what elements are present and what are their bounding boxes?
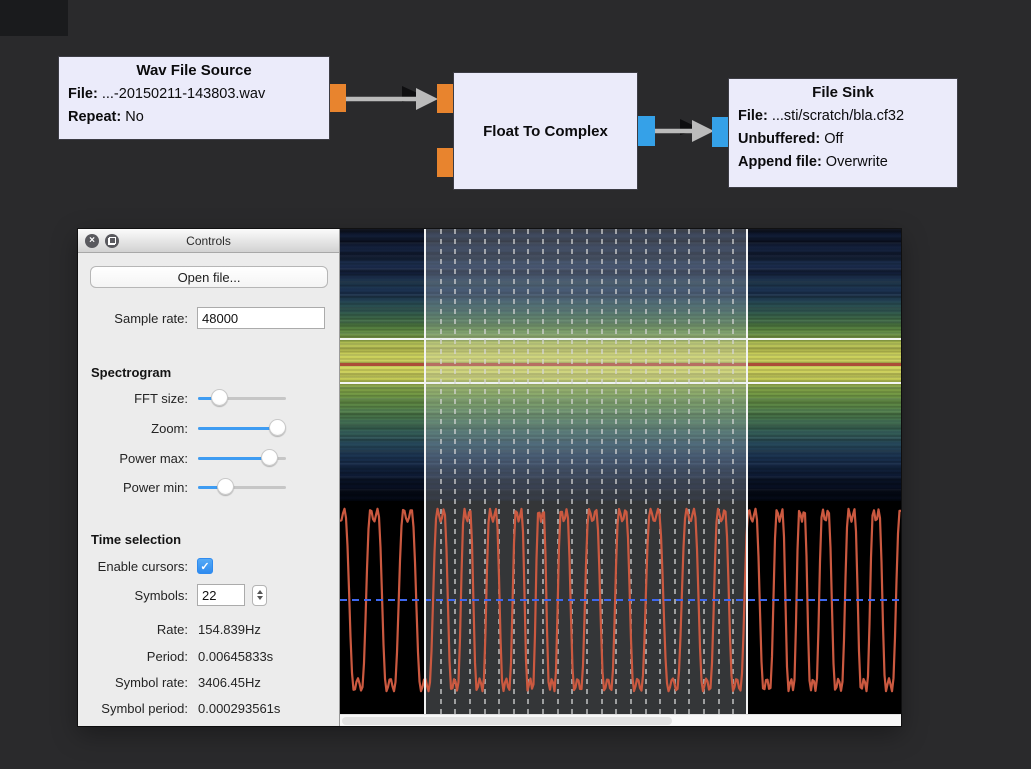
power-max-label: Power max: [78, 451, 188, 466]
fft-size-label: FFT size: [78, 391, 188, 406]
param-key: Append file: [738, 154, 822, 170]
connection-arrowhead-icon [692, 120, 714, 142]
block-wav-file-source[interactable]: Wav File Source File: ...-20150211-14380… [58, 56, 330, 140]
rate-row: Rate: 154.839Hz [78, 617, 340, 641]
block-params: File: ...-20150211-143803.wav Repeat: No [59, 79, 329, 129]
fft-size-slider[interactable] [198, 389, 286, 407]
param-value: Off [820, 131, 843, 147]
symbols-stepper[interactable] [252, 585, 267, 606]
symbol-rate-row: Symbol rate: 3406.45Hz [78, 670, 340, 694]
block-params: File: ...sti/scratch/bla.cf32 Unbuffered… [729, 101, 957, 174]
symbols-input[interactable] [197, 584, 245, 606]
controls-dock-panel: × Controls Open file... Sample rate: Spe… [78, 229, 340, 726]
plot-column [340, 229, 901, 726]
screen: Wav File Source File: ...-20150211-14380… [0, 0, 1031, 769]
input-port-complex[interactable] [712, 117, 728, 147]
zoom-row: Zoom: [78, 416, 340, 440]
enable-cursors-label: Enable cursors: [78, 559, 188, 574]
symbol-period-row: Symbol period: 0.000293561s [78, 696, 340, 720]
output-port-complex[interactable] [638, 116, 655, 146]
param-key: File: [738, 108, 768, 124]
power-max-row: Power max: [78, 446, 340, 470]
rate-label: Rate: [78, 622, 188, 637]
dock-title: Controls [78, 229, 339, 253]
symbol-period-label: Symbol period: [78, 701, 188, 716]
period-label: Period: [78, 649, 188, 664]
slider-handle[interactable] [261, 449, 278, 466]
param-key: Repeat: [68, 109, 121, 125]
block-title: File Sink [729, 79, 957, 101]
enable-cursors-checkbox[interactable]: ✓ [197, 558, 213, 574]
zoom-label: Zoom: [78, 421, 188, 436]
enable-cursors-row: Enable cursors: ✓ [78, 554, 340, 578]
input-port-float-bottom[interactable] [437, 148, 453, 177]
time-selection-heading: Time selection [91, 532, 181, 547]
symbol-rate-value: 3406.45Hz [198, 675, 261, 690]
symbol-rate-label: Symbol rate: [78, 675, 188, 690]
spectrogram-plot[interactable] [340, 229, 901, 714]
param-value: Overwrite [822, 154, 888, 170]
slider-fill [198, 457, 269, 460]
sample-rate-input[interactable] [197, 307, 325, 329]
sample-rate-row: Sample rate: [78, 306, 340, 330]
power-max-slider[interactable] [198, 449, 286, 467]
background-corner-patch [0, 0, 68, 36]
connection-arrowhead-icon [416, 88, 438, 110]
connection-arrow-icon [680, 119, 701, 135]
slider-handle[interactable] [217, 478, 234, 495]
slider-handle[interactable] [211, 389, 228, 406]
param-key: Unbuffered: [738, 131, 820, 147]
input-port-float-top[interactable] [437, 84, 453, 113]
spectrogram-heading: Spectrogram [91, 365, 171, 380]
period-value: 0.00645833s [198, 649, 273, 664]
period-row: Period: 0.00645833s [78, 644, 340, 668]
block-file-sink[interactable]: File Sink File: ...sti/scratch/bla.cf32 … [728, 78, 958, 188]
selection-cursor-left[interactable] [424, 229, 426, 714]
output-port-float[interactable] [330, 84, 346, 112]
dock-titlebar[interactable]: × Controls [78, 229, 339, 253]
block-title: Wav File Source [59, 57, 329, 79]
open-file-button[interactable]: Open file... [90, 266, 328, 288]
param-value: ...-20150211-143803.wav [98, 86, 265, 102]
param-value: ...sti/scratch/bla.cf32 [768, 108, 904, 124]
slider-fill [198, 427, 277, 430]
block-title: Float To Complex [454, 73, 637, 189]
zoom-slider[interactable] [198, 419, 286, 437]
block-float-to-complex[interactable]: Float To Complex [453, 72, 638, 190]
horizontal-scrollbar[interactable] [340, 714, 901, 726]
inspectrum-window: × Controls Open file... Sample rate: Spe… [78, 229, 901, 726]
spinner-up-icon[interactable] [257, 590, 263, 594]
symbol-period-value: 0.000293561s [198, 701, 280, 716]
connection-arrow-icon [402, 86, 424, 102]
rate-value: 154.839Hz [198, 622, 261, 637]
slider-handle[interactable] [269, 419, 286, 436]
symbols-row: Symbols: [78, 583, 340, 607]
symbols-label: Symbols: [78, 588, 188, 603]
sample-rate-label: Sample rate: [78, 311, 188, 326]
param-value: No [121, 109, 144, 125]
power-min-slider[interactable] [198, 478, 286, 496]
power-min-row: Power min: [78, 475, 340, 499]
power-min-label: Power min: [78, 480, 188, 495]
param-key: File: [68, 86, 98, 102]
fft-size-row: FFT size: [78, 386, 340, 410]
scrollbar-thumb[interactable] [342, 717, 672, 725]
spinner-down-icon[interactable] [257, 596, 263, 600]
selection-cursor-right[interactable] [746, 229, 748, 714]
